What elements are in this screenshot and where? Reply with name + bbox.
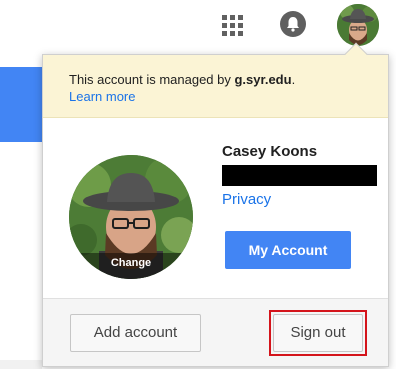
background-app-header — [0, 67, 42, 142]
privacy-link[interactable]: Privacy — [222, 191, 271, 208]
user-avatar[interactable] — [337, 4, 379, 46]
profile-photo[interactable]: Change — [69, 155, 193, 279]
learn-more-link[interactable]: Learn more — [69, 88, 388, 105]
account-panel: This account is managed by g.syr.edu. Le… — [42, 42, 389, 367]
my-account-button[interactable]: My Account — [225, 231, 351, 269]
change-photo-label[interactable]: Change — [69, 253, 193, 279]
notice-text: This account is managed by g.syr.edu. — [69, 72, 296, 87]
managed-domain: g.syr.edu — [234, 72, 292, 87]
managed-account-notice: This account is managed by g.syr.edu. Le… — [43, 55, 388, 118]
account-email-redacted — [222, 165, 377, 186]
sign-out-highlight — [269, 310, 367, 356]
add-account-button[interactable]: Add account — [70, 314, 201, 352]
background-divider — [0, 360, 42, 369]
top-bar — [0, 0, 396, 50]
panel-footer: Add account Sign out — [43, 298, 388, 366]
account-name: Casey Koons — [222, 143, 318, 160]
bell-icon[interactable] — [280, 11, 306, 37]
apps-grid-icon[interactable] — [218, 12, 244, 38]
